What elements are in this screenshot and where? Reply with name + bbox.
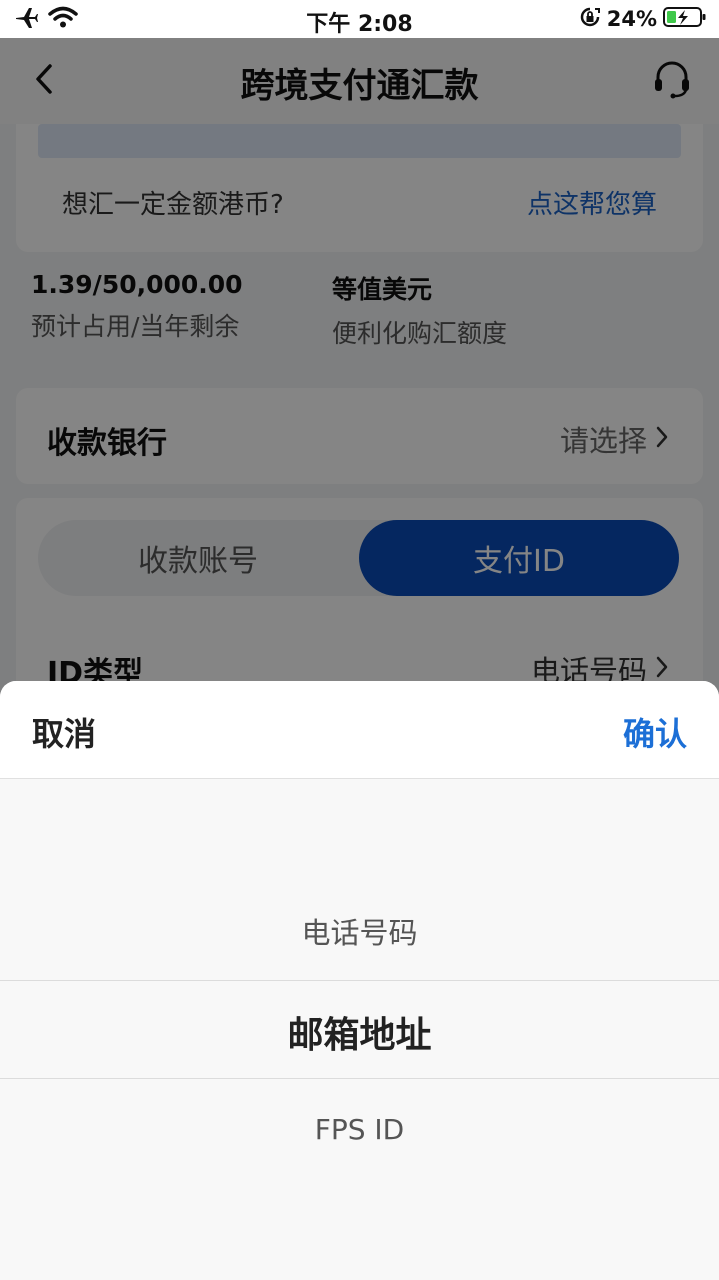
picker-sheet: 取消 确认 电话号码 邮箱地址 FPS ID: [0, 681, 719, 1280]
selection-divider-top: [0, 980, 719, 981]
cancel-button[interactable]: 取消: [32, 709, 96, 755]
battery-charging-icon: [663, 6, 707, 32]
picker-option[interactable]: FPS ID: [0, 1113, 719, 1146]
orientation-lock-icon: [579, 6, 601, 32]
picker-option[interactable]: 电话号码: [0, 910, 719, 952]
picker-option-selected[interactable]: 邮箱地址: [0, 1006, 719, 1058]
id-type-picker[interactable]: 电话号码 邮箱地址 FPS ID: [0, 780, 719, 1280]
status-bar: 下午 2:08 24%: [0, 0, 719, 38]
picker-header: 取消 确认: [0, 681, 719, 779]
status-right: 24%: [579, 6, 707, 32]
confirm-button[interactable]: 确认: [623, 709, 687, 755]
selection-divider-bottom: [0, 1078, 719, 1079]
battery-percent: 24%: [606, 7, 657, 31]
